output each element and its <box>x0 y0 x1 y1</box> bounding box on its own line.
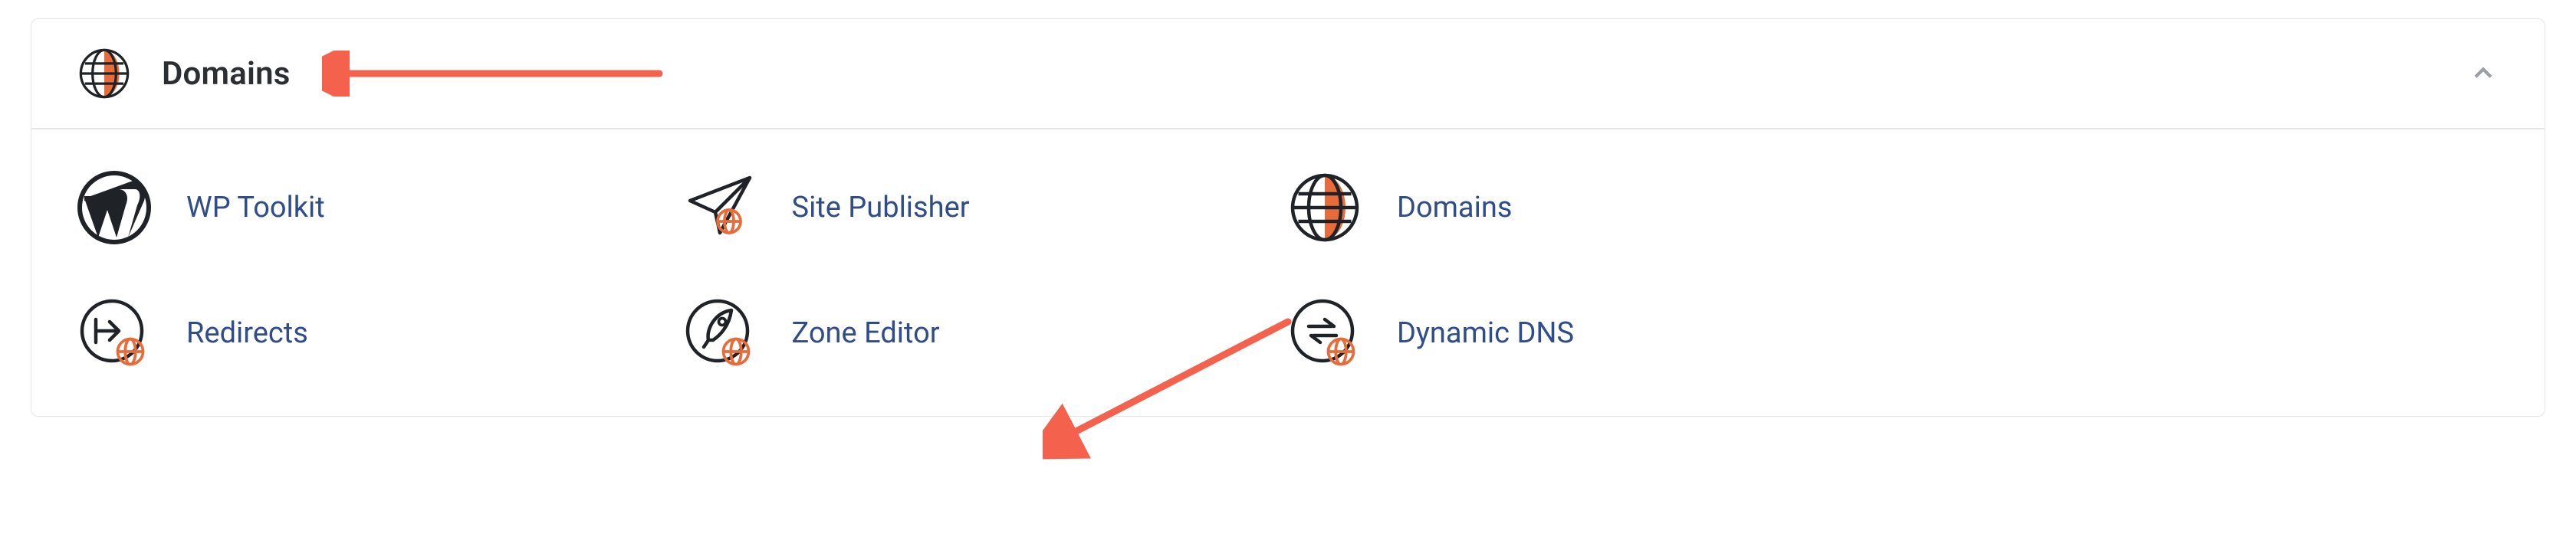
redirect-icon <box>77 296 151 370</box>
panel-body: WP Toolkit Site Publisher <box>31 129 2545 416</box>
tile-label: Dynamic DNS <box>1397 316 1574 350</box>
wordpress-icon <box>77 171 151 244</box>
rocket-icon <box>683 296 757 370</box>
collapse-toggle[interactable] <box>2468 58 2499 89</box>
tile-wp-toolkit[interactable]: WP Toolkit <box>77 171 683 244</box>
tile-label: WP Toolkit <box>186 191 325 224</box>
empty-cell <box>1894 296 2499 370</box>
tile-zone-editor[interactable]: Zone Editor <box>683 296 1289 370</box>
panel-title: Domains <box>162 55 291 93</box>
globe-icon <box>1288 171 1362 244</box>
chevron-up-icon <box>2470 61 2496 87</box>
tile-label: Redirects <box>186 316 308 350</box>
sync-icon <box>1288 296 1362 370</box>
tile-dynamic-dns[interactable]: Dynamic DNS <box>1288 296 1894 370</box>
tile-label: Zone Editor <box>792 316 940 350</box>
tile-label: Domains <box>1397 191 1512 224</box>
domains-panel: Domains WP Toolkit <box>31 18 2545 417</box>
tile-site-publisher[interactable]: Site Publisher <box>683 171 1289 244</box>
tile-redirects[interactable]: Redirects <box>77 296 683 370</box>
globe-icon <box>77 47 131 100</box>
paper-plane-icon <box>683 171 757 244</box>
tile-domains[interactable]: Domains <box>1288 171 1894 244</box>
panel-header[interactable]: Domains <box>31 19 2545 129</box>
empty-cell <box>1894 171 2499 244</box>
tile-label: Site Publisher <box>792 191 970 224</box>
